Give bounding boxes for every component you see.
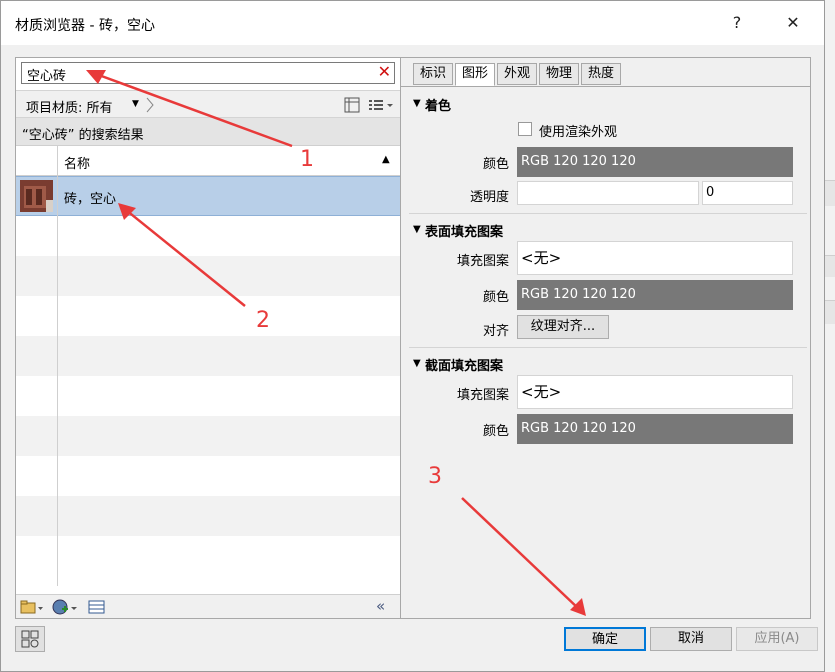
annotation-arrow-3 [461,497,581,611]
annotation-label-1: 1 [300,147,314,172]
arrowhead-icon [570,598,586,616]
annotation-arrow-1 [95,72,293,148]
annotation-label-2: 2 [256,308,270,333]
annotation-arrows [86,70,586,616]
annotation-arrow-2 [125,209,246,307]
annotation-label-3: 3 [428,464,442,489]
